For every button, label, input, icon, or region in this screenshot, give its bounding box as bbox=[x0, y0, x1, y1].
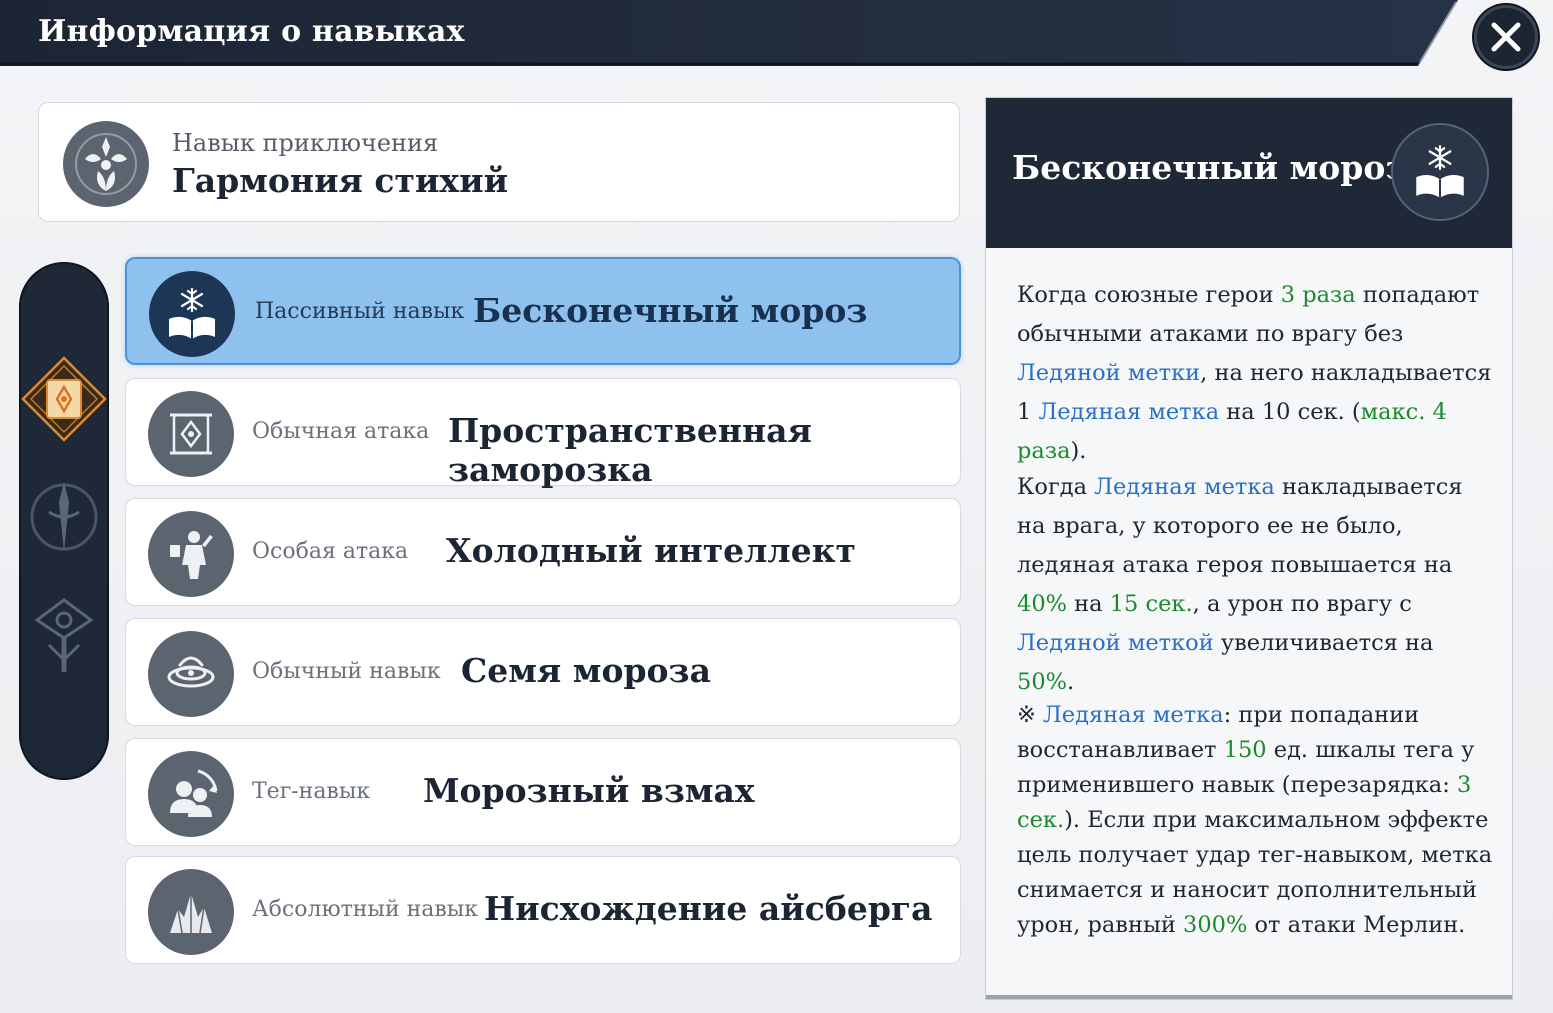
skill-type-label: Обычная атака bbox=[252, 419, 430, 444]
spear-emblem-icon bbox=[30, 482, 98, 552]
skill-info-window: Информация о навыках Навык приключения Г… bbox=[0, 0, 1553, 1013]
skill-type-label: Тег-навык bbox=[252, 779, 371, 804]
frost-swirl-icon bbox=[148, 631, 234, 717]
frost-book-icon bbox=[149, 271, 235, 357]
skill-name-label: Нисхождение айсберга bbox=[484, 889, 933, 928]
adventure-skill-card[interactable]: Навык приключения Гармония стихий bbox=[38, 102, 960, 222]
skill-type-label: Абсолютный навык bbox=[252, 897, 479, 922]
detail-paragraph-2: Когда Ледяная метка накладывается на вра… bbox=[1017, 474, 1463, 695]
close-button[interactable] bbox=[1474, 5, 1538, 69]
skill-name-label: Морозный взмах bbox=[423, 771, 755, 810]
tab-scroll-rune[interactable] bbox=[19, 354, 109, 444]
skill-row-special-attack[interactable]: Особая атака Холодный интеллект bbox=[125, 498, 961, 606]
skill-name-label: Холодный интеллект bbox=[446, 531, 856, 570]
skill-name-label: Семя мороза bbox=[461, 651, 711, 690]
skill-name-label: Бесконечный мороз bbox=[473, 291, 868, 330]
shield-emblem-icon bbox=[34, 598, 94, 672]
window-title: Информация о навыках bbox=[38, 14, 465, 49]
detail-bottom-rule bbox=[986, 995, 1512, 999]
adventure-skill-label: Навык приключения bbox=[172, 129, 439, 157]
skill-type-label: Пассивный навык bbox=[255, 299, 465, 324]
frost-book-icon bbox=[1391, 123, 1489, 221]
skill-type-label: Обычный навык bbox=[252, 659, 441, 684]
skill-row-normal-skill[interactable]: Обычный навык Семя мороза bbox=[125, 618, 961, 726]
skill-row-normal-attack[interactable]: Обычная атака Пространственная заморозка bbox=[125, 378, 961, 489]
mage-figure-icon bbox=[148, 511, 234, 597]
detail-paragraph-1: Когда союзные герои 3 раза попадают обыч… bbox=[1017, 282, 1492, 464]
detail-paragraph-3: ※ Ледяная метка: при попадании восстанав… bbox=[1017, 702, 1493, 938]
skill-detail-panel: Бесконечный мороз Когда союзные герои 3 … bbox=[985, 97, 1513, 1000]
close-x-icon bbox=[1491, 22, 1521, 52]
tab-shield-emblem[interactable] bbox=[19, 590, 109, 680]
iceberg-icon bbox=[148, 869, 234, 955]
hero-tab-bar bbox=[19, 262, 109, 780]
detail-title: Бесконечный мороз bbox=[1012, 148, 1407, 187]
skill-type-label: Особая атака bbox=[252, 539, 409, 564]
tab-spear-emblem[interactable] bbox=[19, 472, 109, 562]
skill-name-label: Пространственная заморозка bbox=[448, 411, 812, 489]
detail-header: Бесконечный мороз bbox=[986, 98, 1512, 248]
tag-swap-icon bbox=[148, 751, 234, 837]
elements-harmony-icon bbox=[63, 121, 149, 207]
adventure-skill-name: Гармония стихий bbox=[172, 161, 509, 200]
rune-scroll-icon bbox=[148, 391, 234, 477]
skill-row-ultimate[interactable]: Абсолютный навык Нисхождение айсберга bbox=[125, 856, 961, 964]
skill-row-tag-skill[interactable]: Тег-навык Морозный взмах bbox=[125, 738, 961, 846]
scroll-rune-icon bbox=[21, 356, 107, 442]
window-header: Информация о навыках bbox=[0, 0, 1553, 66]
skill-row-passive[interactable]: Пассивный навык Бесконечный мороз bbox=[125, 257, 961, 365]
